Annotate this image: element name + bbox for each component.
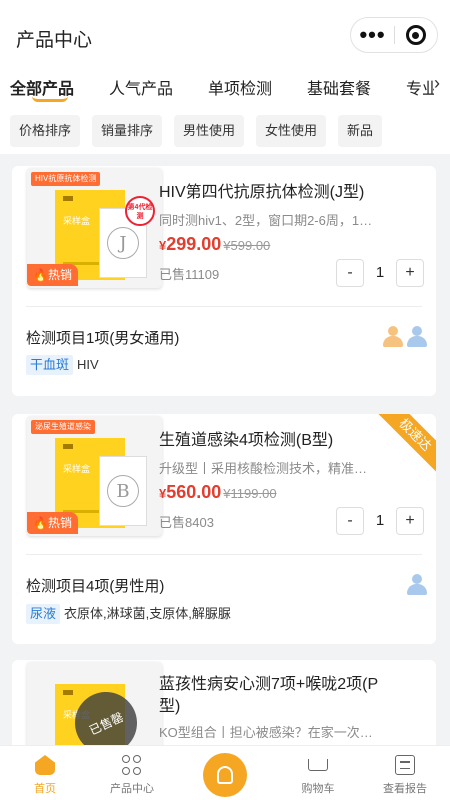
tab-popular[interactable]: 人气产品 bbox=[109, 75, 173, 99]
filter-female[interactable]: 女性使用 bbox=[256, 115, 327, 147]
nav-label: 产品中心 bbox=[110, 783, 154, 795]
test-items-title: 检测项目1项(男女通用) bbox=[26, 330, 180, 347]
nav-label: 查看报告 bbox=[383, 783, 427, 795]
page-title: 产品中心 bbox=[16, 30, 93, 51]
product-price: ¥560.00 ¥1199.00 bbox=[159, 482, 277, 502]
product-card[interactable]: 泌尿生殖道感染 采样盒 B 🔥热销 极速达 生殖道感染4项检测(B型) 升级型丨… bbox=[12, 414, 436, 644]
filter-chips: 价格排序 销量排序 男性使用 女性使用 新品 bbox=[0, 110, 450, 154]
product-image[interactable]: HIV抗原抗体检测 采样盒 J 第4代检测 🔥热销 bbox=[27, 168, 162, 288]
product-image-label: 泌尿生殖道感染 bbox=[31, 420, 95, 434]
increase-button[interactable]: + bbox=[396, 507, 424, 535]
original-price: ¥599.00 bbox=[223, 238, 271, 253]
quantity-stepper: - 1 + bbox=[336, 507, 424, 535]
product-card[interactable]: HIV抗原抗体检测 采样盒 J 第4代检测 🔥热销 HIV第四代抗原抗体检测(J… bbox=[12, 166, 436, 396]
product-name[interactable]: 蓝孩性病安心测7项+喉咙2项(P型) bbox=[159, 674, 389, 718]
divider bbox=[26, 554, 422, 555]
test-items-list: 尿液 衣原体,淋球菌,支原体,解脲脲 bbox=[26, 603, 231, 624]
product-description: 升级型丨采用核酸检测技术，精准… bbox=[159, 461, 368, 476]
report-icon bbox=[395, 755, 415, 775]
grid-icon bbox=[122, 755, 142, 775]
gender-icons bbox=[380, 324, 428, 348]
generation-badge: 第4代检测 bbox=[125, 196, 155, 226]
increase-button[interactable]: + bbox=[396, 259, 424, 287]
male-user-icon bbox=[406, 324, 428, 348]
sold-count: 已售8403 bbox=[159, 515, 214, 530]
product-image[interactable]: 泌尿生殖道感染 采样盒 B 🔥热销 bbox=[27, 416, 162, 536]
filter-new[interactable]: 新品 bbox=[338, 115, 383, 147]
sample-type-tag: 干血斑 bbox=[26, 355, 74, 375]
male-user-icon bbox=[406, 572, 428, 596]
quantity-value: 1 bbox=[375, 512, 385, 529]
more-options-icon[interactable]: ••• bbox=[351, 20, 394, 50]
filter-male[interactable]: 男性使用 bbox=[174, 115, 245, 147]
product-price: ¥299.00 ¥599.00 bbox=[159, 234, 271, 254]
quantity-stepper: - 1 + bbox=[336, 259, 424, 287]
product-image[interactable]: 采样盒 已售罄 bbox=[27, 662, 162, 745]
chevron-right-icon[interactable]: › bbox=[434, 70, 448, 100]
nav-product-center[interactable]: 产品中心 bbox=[87, 746, 177, 800]
nav-home[interactable]: 首页 bbox=[0, 746, 90, 800]
test-items-list: 干血斑 HIV bbox=[26, 355, 99, 375]
gender-icons bbox=[404, 572, 428, 596]
female-user-icon bbox=[382, 324, 404, 348]
tab-single-test[interactable]: 单项检测 bbox=[208, 75, 272, 99]
filter-price-sort[interactable]: 价格排序 bbox=[10, 115, 81, 147]
cart-icon bbox=[308, 759, 328, 771]
sample-type-tag: 尿液 bbox=[26, 604, 61, 624]
product-name[interactable]: 生殖道感染4项检测(B型) bbox=[159, 430, 389, 452]
top-bar: 产品中心 ••• bbox=[0, 0, 450, 70]
home-icon bbox=[35, 755, 55, 775]
nav-label: 购物车 bbox=[301, 783, 335, 795]
kit-type-letter: J bbox=[107, 227, 139, 259]
kit-sheet: B bbox=[99, 456, 147, 526]
decrease-button[interactable]: - bbox=[336, 507, 364, 535]
close-target-icon[interactable] bbox=[395, 25, 437, 45]
product-description: 同时测hiv1、2型，窗口期2-6周，1… bbox=[159, 213, 373, 228]
nav-cart[interactable]: 购物车 bbox=[273, 746, 363, 800]
divider bbox=[26, 306, 422, 307]
bottom-navigation: 首页 产品中心 购物车 查看报告 bbox=[0, 745, 450, 800]
decrease-button[interactable]: - bbox=[336, 259, 364, 287]
hot-badge: 🔥热销 bbox=[27, 264, 78, 286]
category-tabs: 全部产品 人气产品 单项检测 基础套餐 专业 › bbox=[0, 70, 450, 110]
product-name[interactable]: HIV第四代抗原抗体检测(J型) bbox=[159, 182, 389, 204]
test-items-title: 检测项目4项(男性用) bbox=[26, 578, 165, 595]
hot-badge: 🔥热销 bbox=[27, 512, 78, 534]
product-description: KO型组合丨担心被感染？在家一次… bbox=[159, 725, 373, 740]
filter-sales-sort[interactable]: 销量排序 bbox=[92, 115, 163, 147]
tab-basic-package[interactable]: 基础套餐 bbox=[307, 75, 371, 99]
kit-type-letter: B bbox=[107, 475, 139, 507]
product-card[interactable]: 采样盒 已售罄 蓝孩性病安心测7项+喉咙2项(P型) KO型组合丨担心被感染？在… bbox=[12, 660, 436, 745]
doctor-icon[interactable] bbox=[203, 753, 247, 797]
product-image-label: HIV抗原抗体检测 bbox=[31, 172, 101, 186]
quantity-value: 1 bbox=[375, 264, 385, 281]
nav-view-report[interactable]: 查看报告 bbox=[360, 746, 450, 800]
active-tab-indicator bbox=[32, 96, 68, 102]
original-price: ¥1199.00 bbox=[223, 486, 277, 501]
nav-label: 首页 bbox=[34, 783, 56, 795]
mini-program-capsule: ••• bbox=[350, 17, 438, 53]
sold-count: 已售11109 bbox=[159, 267, 220, 282]
